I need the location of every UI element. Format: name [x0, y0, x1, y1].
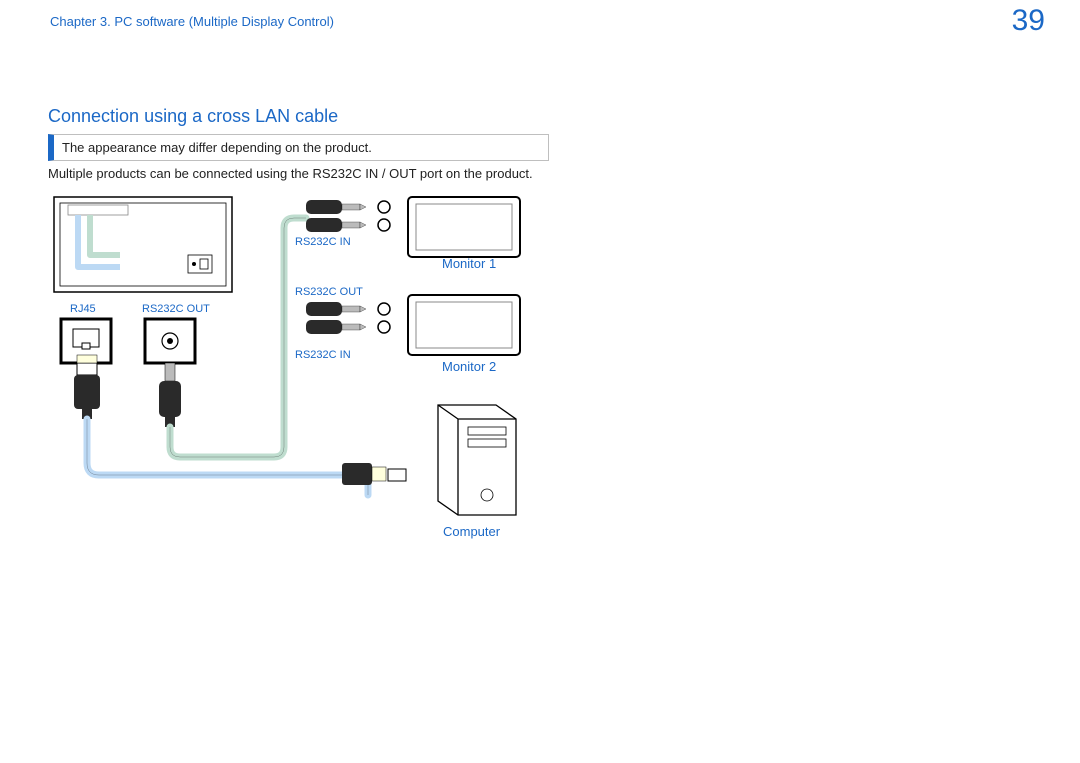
rj45-plug-tower-icon — [342, 463, 406, 485]
rs232c-out-mid-label: RS232C OUT — [295, 286, 363, 298]
audio-jack-plug-top-icon — [306, 200, 390, 232]
connection-diagram: RJ45 RS232C OUT RS232C IN RS232C OUT RS2… — [48, 195, 568, 555]
rs232c-in-bottom-label: RS232C IN — [295, 349, 351, 361]
rj45-plug-icon — [74, 355, 100, 419]
rs232c-in-top-label: RS232C IN — [295, 236, 351, 248]
chapter-header: Chapter 3. PC software (Multiple Display… — [50, 14, 334, 29]
section-title: Connection using a cross LAN cable — [48, 106, 338, 127]
rs232c-cable-icon — [170, 218, 306, 457]
rj45-label: RJ45 — [70, 303, 96, 315]
description-text: Multiple products can be connected using… — [48, 166, 533, 181]
rs232c-plug-left-icon — [159, 363, 181, 427]
computer-label: Computer — [443, 524, 500, 539]
diagram-svg — [48, 195, 568, 555]
monitor2-icon — [408, 295, 520, 355]
monitor1-label: Monitor 1 — [442, 256, 496, 271]
monitor1-icon — [408, 197, 520, 257]
page-number: 39 — [1012, 4, 1045, 38]
note-appearance: The appearance may differ depending on t… — [48, 134, 549, 161]
computer-tower-icon — [438, 405, 516, 515]
audio-jack-plug-mid-icon — [306, 302, 390, 334]
rs232c-out-left-port-icon — [145, 319, 195, 363]
monitor2-label: Monitor 2 — [442, 359, 496, 374]
rs232c-out-left-label: RS232C OUT — [142, 303, 210, 315]
device-back-panel-icon — [54, 197, 232, 292]
